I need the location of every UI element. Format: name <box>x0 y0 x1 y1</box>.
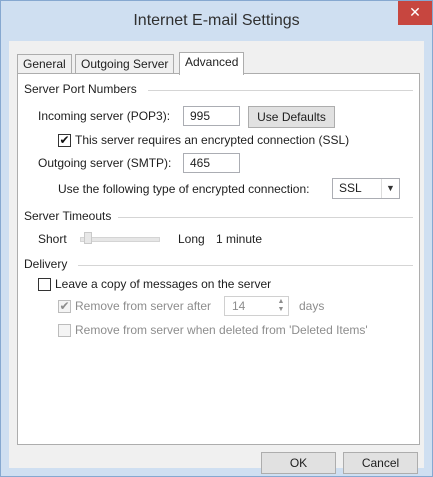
use-defaults-button[interactable]: Use Defaults <box>248 106 335 128</box>
tab-advanced[interactable]: Advanced <box>179 52 245 75</box>
remove-after-checkbox[interactable]: ✔ <box>58 300 71 313</box>
tab-outgoing-server[interactable]: Outgoing Server <box>75 54 175 74</box>
timeout-slider-thumb[interactable] <box>83 232 92 244</box>
timeout-value-label: 1 minute <box>216 232 263 246</box>
remove-after-days-value: 14 <box>232 299 246 313</box>
outgoing-server-label: Outgoing server (SMTP): <box>38 156 172 170</box>
title-bar[interactable]: Internet E-mail Settings ✕ <box>1 1 432 41</box>
encryption-type-select[interactable]: SSL ▼ <box>332 178 400 199</box>
ok-button[interactable]: OK <box>261 452 336 474</box>
close-button[interactable]: ✕ <box>398 1 432 25</box>
remove-deleted-checkbox[interactable] <box>58 324 71 337</box>
leave-copy-label: Leave a copy of messages on the server <box>55 277 272 291</box>
check-icon: ✔ <box>59 133 70 147</box>
cancel-button[interactable]: Cancel <box>343 452 418 474</box>
settings-window: Internet E-mail Settings ✕ General Outgo… <box>0 0 433 477</box>
delivery-group-label: Delivery <box>24 257 68 271</box>
timeout-short-label: Short <box>38 232 67 246</box>
window-title: Internet E-mail Settings <box>133 12 300 29</box>
encryption-type-label: Use the following type of encrypted conn… <box>58 182 310 196</box>
group-separator <box>118 217 413 218</box>
group-separator <box>148 90 413 91</box>
spin-down-icon[interactable]: ▼ <box>276 306 286 314</box>
tab-general[interactable]: General <box>17 54 72 74</box>
incoming-port-field[interactable] <box>183 106 240 126</box>
close-icon: ✕ <box>409 4 421 20</box>
remove-after-label: Remove from server after <box>75 299 212 313</box>
outgoing-port-field[interactable] <box>183 153 240 173</box>
spin-up-icon[interactable]: ▲ <box>276 298 286 306</box>
server-ports-group-label: Server Port Numbers <box>24 82 137 96</box>
encryption-type-value: SSL <box>339 181 362 195</box>
incoming-server-label: Incoming server (POP3): <box>38 109 171 123</box>
chevron-down-icon: ▼ <box>381 179 399 198</box>
ssl-required-label: This server requires an encrypted connec… <box>75 133 350 147</box>
dialog-body: General Outgoing Server Advanced Server … <box>9 41 424 474</box>
days-label: days <box>299 299 325 313</box>
timeouts-group-label: Server Timeouts <box>24 209 112 223</box>
timeout-long-label: Long <box>178 232 205 246</box>
group-separator <box>78 265 413 266</box>
advanced-panel: Server Port Numbers Incoming server (POP… <box>17 73 420 445</box>
check-icon: ✔ <box>59 299 70 313</box>
timeout-slider-track[interactable] <box>80 237 160 242</box>
leave-copy-checkbox[interactable] <box>38 278 51 291</box>
remove-after-days-stepper[interactable]: 14 ▲ ▼ <box>224 296 289 316</box>
ssl-required-checkbox[interactable]: ✔ <box>58 134 71 147</box>
remove-deleted-label: Remove from server when deleted from 'De… <box>75 323 368 337</box>
